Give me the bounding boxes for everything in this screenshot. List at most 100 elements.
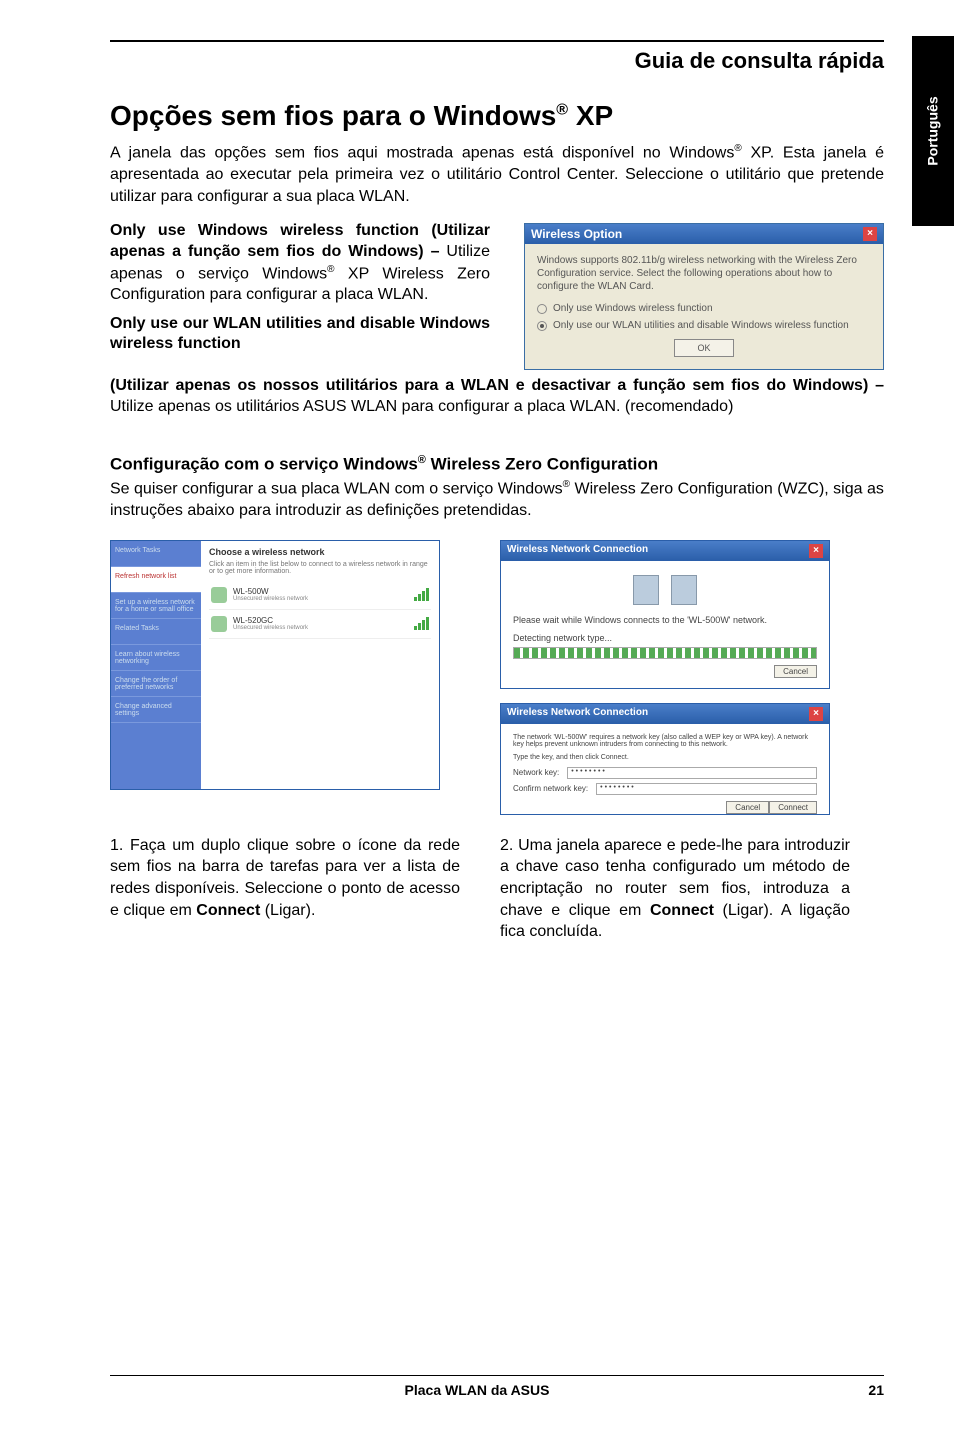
- close-icon[interactable]: ×: [863, 227, 877, 241]
- network-name: WL-520GC: [233, 616, 308, 625]
- option2-text: Utilize apenas os utilitários ASUS WLAN …: [110, 398, 733, 415]
- page-content: Guia de consulta rápida Opções sem fios …: [0, 0, 954, 1340]
- subheading-description: Se quiser configurar a sua placa WLAN co…: [110, 478, 884, 522]
- confirm-key-row: Confirm network key: ••••••••: [513, 783, 817, 795]
- sidebar-refresh[interactable]: Refresh network list: [111, 567, 201, 593]
- dialog-body: Please wait while Windows connects to th…: [501, 561, 829, 688]
- radio-option-1[interactable]: Only use Windows wireless function: [537, 303, 871, 314]
- dialog-title: Wireless Network Connection: [507, 707, 648, 721]
- network-item[interactable]: WL-500W Unsecured wireless network: [209, 581, 431, 610]
- network-icon: [211, 587, 227, 603]
- confirm-key-input[interactable]: ••••••••: [596, 783, 817, 795]
- intro-a: A janela das opções sem fios aqui mostra…: [110, 144, 734, 161]
- heading-part-b: XP: [568, 100, 613, 131]
- choose-network-heading: Choose a wireless network: [209, 547, 431, 557]
- option-block: Only use Windows wireless function (Util…: [110, 221, 884, 370]
- ok-button[interactable]: OK: [674, 339, 734, 357]
- subhead-a: Configuração com o serviço Windows: [110, 454, 418, 473]
- network-icon: [211, 616, 227, 632]
- subhead-b: Wireless Zero Configuration: [426, 454, 658, 473]
- step1-bold: Connect: [196, 902, 260, 919]
- sidebar-advanced[interactable]: Change advanced settings: [111, 697, 201, 723]
- radio1-label: Only use Windows wireless function: [553, 303, 713, 314]
- network-name: WL-500W: [233, 587, 308, 596]
- sidebar-order[interactable]: Change the order of preferred networks: [111, 671, 201, 697]
- sidebar: Network Tasks Refresh network list Set u…: [111, 541, 201, 789]
- signal-icon: [414, 617, 429, 630]
- heading-reg: ®: [556, 102, 568, 119]
- dialog-titlebar: Wireless Network Connection ×: [501, 704, 829, 724]
- dialog-titlebar: Wireless Option ×: [525, 224, 883, 244]
- option1-sup: ®: [327, 264, 334, 275]
- header-rule: [110, 40, 884, 42]
- connecting-message: Please wait while Windows connects to th…: [513, 615, 817, 625]
- page-number: 21: [844, 1382, 884, 1398]
- cancel-button[interactable]: Cancel: [774, 665, 817, 678]
- step1-text-b: (Ligar).: [260, 902, 315, 919]
- subhead-sup: ®: [418, 454, 426, 466]
- wireless-option-dialog: Wireless Option × Windows supports 802.1…: [524, 223, 884, 370]
- sidebar-setup[interactable]: Set up a wireless network for a home or …: [111, 593, 201, 619]
- network-list-panel: Choose a wireless network Click an item …: [201, 541, 439, 789]
- subdesc-sup: ®: [563, 479, 570, 490]
- sidebar-heading-related: Related Tasks: [111, 619, 201, 645]
- footer-title: Placa WLAN da ASUS: [110, 1382, 844, 1398]
- network-key-row: Network key: ••••••••: [513, 767, 817, 779]
- dialog-title: Wireless Option: [531, 227, 622, 241]
- globe-icon: [671, 575, 697, 605]
- network-sub: Unsecured wireless network: [233, 596, 308, 602]
- choose-network-window: Network Tasks Refresh network list Set u…: [110, 540, 440, 790]
- confirm-key-label: Confirm network key:: [513, 784, 588, 793]
- screenshot-1-col: Network Tasks Refresh network list Set u…: [110, 540, 440, 815]
- steps-row: 1. Faça um duplo clique sobre o ícone da…: [110, 835, 884, 943]
- close-icon[interactable]: ×: [809, 544, 823, 558]
- sidebar-heading-tasks: Network Tasks: [111, 541, 201, 567]
- intro-sup: ®: [734, 143, 741, 154]
- radio-icon-selected: [537, 321, 547, 331]
- network-item[interactable]: WL-520GC Unsecured wireless network: [209, 610, 431, 639]
- signal-icon: [414, 588, 429, 601]
- close-icon[interactable]: ×: [809, 707, 823, 721]
- connection-icons: [513, 575, 817, 605]
- screenshot-2-stack: Wireless Network Connection × Please wai…: [500, 540, 830, 815]
- network-key-label: Network key:: [513, 768, 559, 777]
- radio2-label: Only use our WLAN utilities and disable …: [553, 320, 849, 331]
- network-sub: Unsecured wireless network: [233, 625, 308, 631]
- progress-bar: [513, 647, 817, 659]
- computer-icon: [633, 575, 659, 605]
- header-title: Guia de consulta rápida: [635, 48, 884, 74]
- key-dialog-desc: The network 'WL-500W' requires a network…: [513, 734, 817, 748]
- footer: Placa WLAN da ASUS 21: [110, 1375, 884, 1398]
- options-text: Only use Windows wireless function (Util…: [110, 221, 490, 355]
- network-key-dialog: Wireless Network Connection × The networ…: [500, 703, 830, 815]
- choose-network-desc: Click an item in the list below to conne…: [209, 561, 431, 575]
- dialog-title: Wireless Network Connection: [507, 544, 648, 558]
- heading-part-a: Opções sem fios para o Windows: [110, 100, 556, 131]
- dialog-body: Windows supports 802.11b/g wireless netw…: [525, 244, 883, 369]
- network-name-block: WL-520GC Unsecured wireless network: [233, 616, 308, 631]
- dialog-body: The network 'WL-500W' requires a network…: [501, 724, 829, 811]
- key-dialog-hint: Type the key, and then click Connect.: [513, 754, 817, 761]
- subdesc-a: Se quiser configurar a sua placa WLAN co…: [110, 481, 563, 498]
- step2-bold: Connect: [650, 902, 714, 919]
- radio-option-2[interactable]: Only use our WLAN utilities and disable …: [537, 320, 871, 331]
- option2-bold-line1: Only use our WLAN utilities and disable …: [110, 315, 490, 353]
- network-name-block: WL-500W Unsecured wireless network: [233, 587, 308, 602]
- step-2: 2. Uma janela aparece e pede-lhe para in…: [500, 835, 850, 943]
- intro-paragraph: A janela das opções sem fios aqui mostra…: [110, 142, 884, 207]
- cancel-button[interactable]: Cancel: [726, 801, 769, 814]
- subheading: Configuração com o serviço Windows® Wire…: [110, 454, 884, 475]
- header-row: Guia de consulta rápida: [110, 48, 884, 74]
- dialog-titlebar: Wireless Network Connection ×: [501, 541, 829, 561]
- option2-continuation: (Utilizar apenas os nossos utilitários p…: [110, 376, 884, 418]
- option1-bold: Only use Windows wireless function (Util…: [110, 222, 490, 260]
- dialog-description: Windows supports 802.11b/g wireless netw…: [537, 254, 871, 293]
- screenshots-row: Network Tasks Refresh network list Set u…: [110, 540, 884, 815]
- network-key-input[interactable]: ••••••••: [567, 767, 817, 779]
- connect-button[interactable]: Connect: [769, 801, 817, 814]
- screenshot-2-col: Wireless Network Connection × Please wai…: [500, 540, 830, 815]
- detecting-label: Detecting network type...: [513, 633, 817, 643]
- sidebar-learn[interactable]: Learn about wireless networking: [111, 645, 201, 671]
- page-heading: Opções sem fios para o Windows® XP: [110, 100, 884, 132]
- step-1: 1. Faça um duplo clique sobre o ícone da…: [110, 835, 460, 943]
